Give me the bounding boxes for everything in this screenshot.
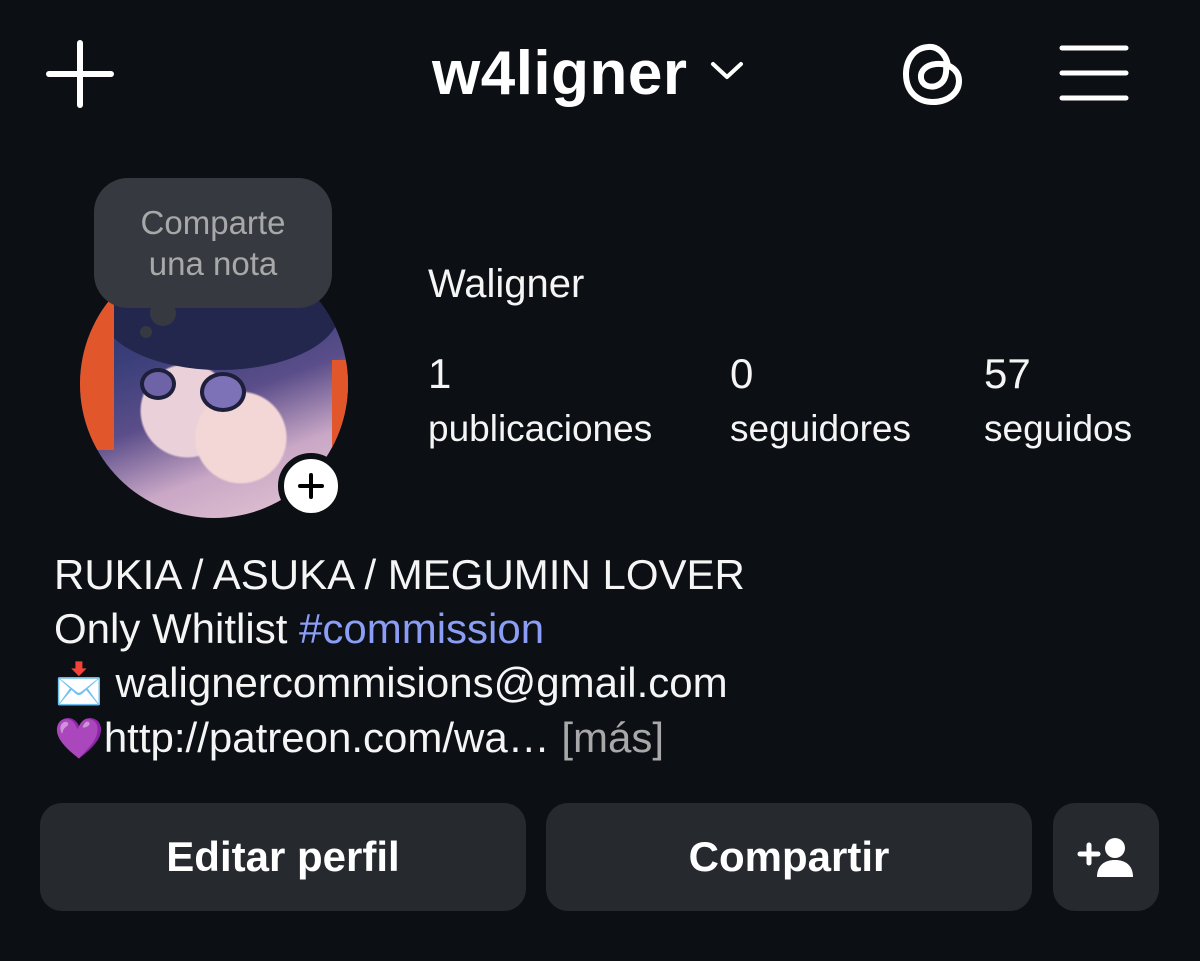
purple-heart-emoji-icon: 💜 <box>54 717 104 761</box>
profile-bio: RUKIA / ASUKA / MEGUMIN LOVER Only Whitl… <box>54 548 745 766</box>
account-switcher[interactable]: w4ligner <box>432 30 744 116</box>
posts-label: publicaciones <box>428 408 653 449</box>
add-story-button[interactable] <box>278 453 344 519</box>
create-plus-icon[interactable] <box>40 34 120 114</box>
followers-count: 0 <box>730 350 754 397</box>
patreon-link[interactable]: http://patreon.com/wa… <box>104 714 550 761</box>
note-text: Comparte una nota <box>140 204 286 282</box>
hamburger-menu-icon[interactable] <box>1052 32 1136 114</box>
bio-line-4: 💜http://patreon.com/wa… [más] <box>54 711 745 766</box>
hashtag-link[interactable]: #commission <box>299 605 544 652</box>
note-bubble-tail <box>150 300 176 326</box>
posts-count: 1 <box>428 350 452 397</box>
email-text: walignercommisions@gmail.com <box>103 659 728 706</box>
display-name: Waligner <box>428 262 585 306</box>
username-title: w4ligner <box>432 38 688 108</box>
chevron-down-icon <box>710 61 744 86</box>
stat-posts[interactable]: 1 publicaciones <box>428 348 652 458</box>
following-count: 57 <box>984 350 1031 397</box>
followers-label: seguidores <box>730 408 912 449</box>
stat-following[interactable]: 57 seguidos <box>984 348 1132 458</box>
share-profile-button[interactable]: Compartir <box>546 803 1032 911</box>
profile-screen: w4ligner Comparte una nota Waligner 1 pu… <box>0 0 1200 961</box>
more-link[interactable]: [más] <box>550 714 664 761</box>
bio-line-2: Only Whitlist #commission <box>54 605 545 652</box>
bio-line-1: RUKIA / ASUKA / MEGUMIN LOVER <box>54 551 745 598</box>
following-label: seguidos <box>984 408 1133 449</box>
stat-followers[interactable]: 0 seguidores <box>730 348 911 458</box>
bio-line-3: 📩 walignercommisions@gmail.com <box>54 656 745 711</box>
share-note-bubble[interactable]: Comparte una nota <box>94 178 332 308</box>
discover-people-button[interactable] <box>1053 803 1159 911</box>
plus-icon <box>298 473 324 499</box>
edit-profile-button[interactable]: Editar perfil <box>40 803 526 911</box>
note-bubble-tail-small <box>140 326 152 338</box>
threads-icon[interactable] <box>892 32 974 114</box>
envelope-emoji-icon: 📩 <box>54 662 104 706</box>
add-user-icon <box>1077 838 1133 877</box>
